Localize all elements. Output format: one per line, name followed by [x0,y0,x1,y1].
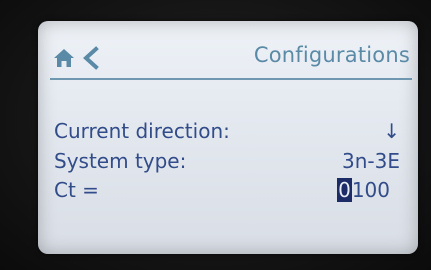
home-icon[interactable] [53,47,75,69]
system-type-value: 3n-3E [342,149,400,173]
lcd-screen: Configurations Current direction: ↓ Syst… [38,21,418,254]
current-direction-row[interactable]: Current direction: ↓ [54,119,400,145]
current-direction-label: Current direction: [54,119,230,143]
header-bar: Configurations [38,21,418,81]
ct-value-input[interactable]: 0100 [337,178,390,202]
ct-remaining-digits: 100 [351,178,390,202]
system-type-row[interactable]: System type: 3n-3E [54,149,400,175]
ct-label: Ct = [54,178,99,202]
ct-selected-digit[interactable]: 0 [337,178,352,202]
header-divider [50,78,412,80]
chevron-left-icon[interactable] [81,46,101,70]
current-direction-value: ↓ [383,119,400,143]
page-title: Configurations [253,43,410,67]
system-type-label: System type: [54,149,187,173]
device-bezel: Configurations Current direction: ↓ Syst… [0,0,431,270]
ct-row[interactable]: Ct = 0100 [54,178,400,204]
